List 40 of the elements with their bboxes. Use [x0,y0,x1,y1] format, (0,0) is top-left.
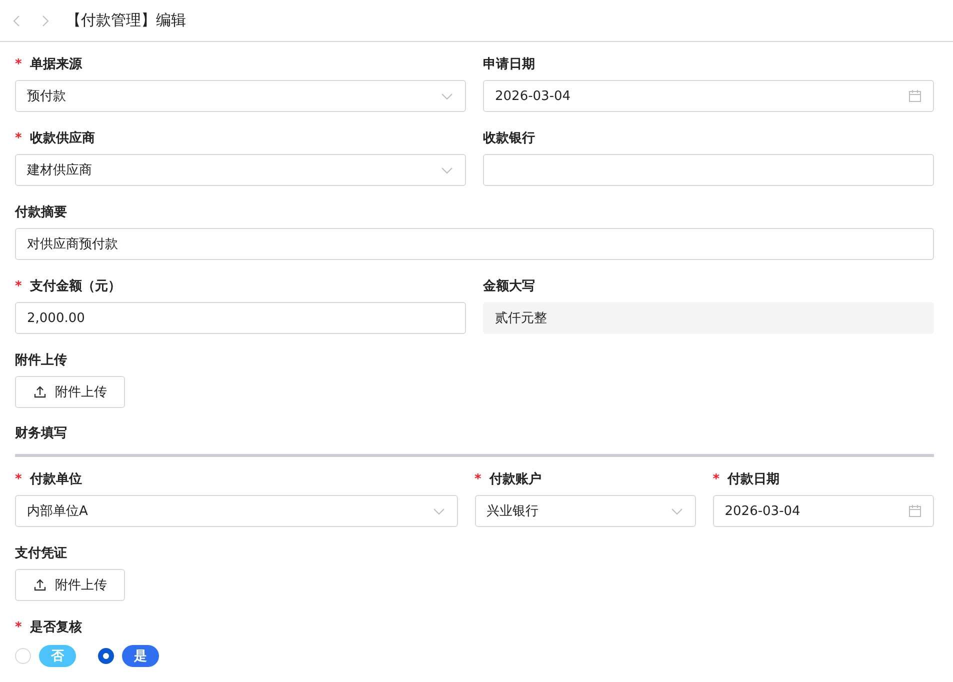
required-mark: * [15,278,22,294]
option-tag[interactable]: 是 [122,645,159,667]
field-label: 付款账户 [489,470,542,488]
select-field[interactable]: 建材供应商 [15,154,466,186]
required-mark: * [15,472,22,486]
upload-button[interactable]: 附件上传 [15,376,125,408]
upload-button[interactable]: 附件上传 [15,569,125,601]
date-field[interactable]: 2026-03-04 [712,495,934,527]
required-mark: * [712,472,720,486]
upload-icon [33,385,47,399]
readonly-field: 贰仟元整 [483,302,934,334]
field-label: 收款供应商 [30,130,95,147]
upload-icon [33,578,47,592]
field-label: 申请日期 [483,56,535,73]
field-label: 附件上传 [15,352,67,369]
select-field[interactable]: 兴业银行 [474,495,696,527]
required-mark: * [15,56,22,72]
input-field[interactable] [483,154,934,186]
select-field[interactable]: 内部单位A [15,495,458,527]
required-mark: * [15,130,22,146]
field-label: 单据来源 [30,56,82,73]
field-label: 金额大写 [483,278,535,295]
field-label: 付款摘要 [15,204,67,221]
field-label: 收款银行 [483,130,535,147]
field-label: 是否复核 [30,619,82,636]
select-field[interactable]: 预付款 [15,80,466,112]
field-label: 支付金额（元） [30,278,121,295]
calendar-icon [908,504,922,518]
radio-button[interactable] [98,648,114,664]
date-field[interactable]: 2026-03-04 [483,80,934,112]
section-title: 财务填写 [15,425,68,442]
input-field[interactable]: 2,000.00 [15,302,466,334]
input-field[interactable]: 对供应商预付款 [15,228,934,260]
field-label: 付款日期 [728,471,780,488]
page-title: 【付款管理】编辑 [66,11,186,30]
required-mark: * [15,620,22,634]
required-mark: * [474,472,482,486]
field-label: 付款单位 [30,471,82,488]
calendar-icon [908,89,922,103]
field-label: 支付凭证 [15,545,67,562]
